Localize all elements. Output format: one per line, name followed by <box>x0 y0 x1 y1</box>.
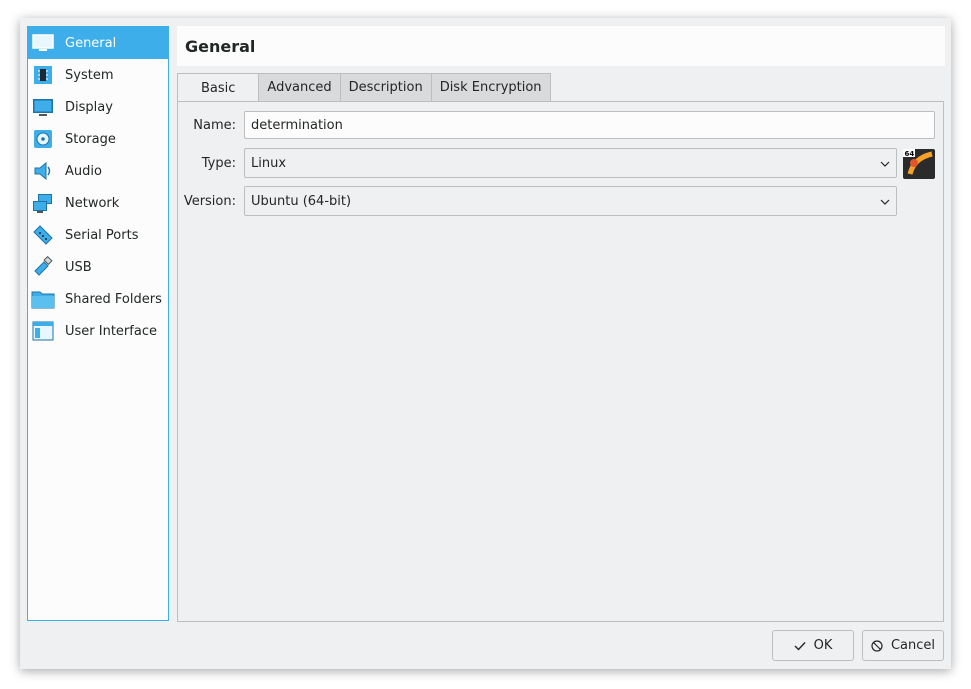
sidebar-item-usb[interactable]: USB <box>28 251 168 283</box>
disk-icon <box>31 127 55 151</box>
sidebar-item-system[interactable]: System <box>28 59 168 91</box>
version-select[interactable]: Ubuntu (64-bit) <box>244 186 897 216</box>
type-value: Linux <box>251 155 287 171</box>
sidebar-item-label: User Interface <box>65 323 157 339</box>
sidebar-item-label: Display <box>65 99 113 115</box>
version-row: Version: Ubuntu (64-bit) <box>180 186 897 216</box>
chip-icon <box>31 63 55 87</box>
checkmark-icon <box>794 641 806 651</box>
network-icon <box>31 191 55 215</box>
cancel-label: Cancel <box>890 638 936 653</box>
sidebar-item-network[interactable]: Network <box>28 187 168 219</box>
sidebar-item-shared-folders[interactable]: Shared Folders <box>28 283 168 315</box>
general-icon <box>31 31 55 55</box>
folder-icon <box>31 287 55 311</box>
sidebar-item-display[interactable]: Display <box>28 91 168 123</box>
sidebar-item-label: General <box>65 35 117 51</box>
settings-sidebar: General System Display Storage Audio Net… <box>27 26 169 621</box>
chevron-down-icon <box>880 156 890 171</box>
sidebar-item-label: USB <box>65 259 92 275</box>
window-icon <box>31 319 55 343</box>
speaker-icon <box>31 159 55 183</box>
sidebar-item-label: System <box>65 67 114 83</box>
type-row: Type: Linux <box>180 148 897 178</box>
os-bitness-label: 64 <box>905 150 915 158</box>
sidebar-item-user-interface[interactable]: User Interface <box>28 315 168 347</box>
usb-icon <box>31 255 55 279</box>
version-value: Ubuntu (64-bit) <box>251 193 352 209</box>
sidebar-item-general[interactable]: General <box>28 27 168 59</box>
chevron-down-icon <box>880 194 890 209</box>
name-value: determination <box>251 117 343 133</box>
settings-window: General System Display Storage Audio Net… <box>20 18 951 669</box>
name-label: Name: <box>193 117 236 133</box>
name-row: Name: determination <box>180 111 935 139</box>
version-label: Version: <box>183 193 236 209</box>
ok-label: OK <box>813 638 833 653</box>
page-header: General <box>177 26 945 66</box>
sidebar-item-label: Serial Ports <box>65 227 139 243</box>
type-label: Type: <box>201 155 236 171</box>
tab-bar: Basic Advanced Description Disk Encrypti… <box>177 73 551 102</box>
sidebar-item-label: Audio <box>65 163 102 179</box>
os-type-icon: 64 <box>902 148 936 180</box>
ok-button[interactable]: OK <box>772 630 854 661</box>
sidebar-item-serial-ports[interactable]: Serial Ports <box>28 219 168 251</box>
cancel-button[interactable]: Cancel <box>862 630 944 661</box>
sidebar-item-label: Storage <box>65 131 116 147</box>
cancel-icon <box>871 639 883 652</box>
sidebar-item-label: Shared Folders <box>65 291 162 307</box>
tab-basic[interactable]: Basic <box>177 73 260 102</box>
type-select[interactable]: Linux <box>244 148 897 178</box>
name-field[interactable]: determination <box>244 111 935 139</box>
tab-description[interactable]: Description <box>339 73 432 101</box>
sidebar-item-audio[interactable]: Audio <box>28 155 168 187</box>
sidebar-item-storage[interactable]: Storage <box>28 123 168 155</box>
tab-advanced[interactable]: Advanced <box>258 73 341 101</box>
tab-disk-encryption[interactable]: Disk Encryption <box>430 73 551 101</box>
basic-tab-panel <box>177 101 944 622</box>
serial-port-icon <box>31 223 55 247</box>
monitor-icon <box>31 95 55 119</box>
page-title: General <box>185 36 256 56</box>
sidebar-item-label: Network <box>65 195 120 211</box>
